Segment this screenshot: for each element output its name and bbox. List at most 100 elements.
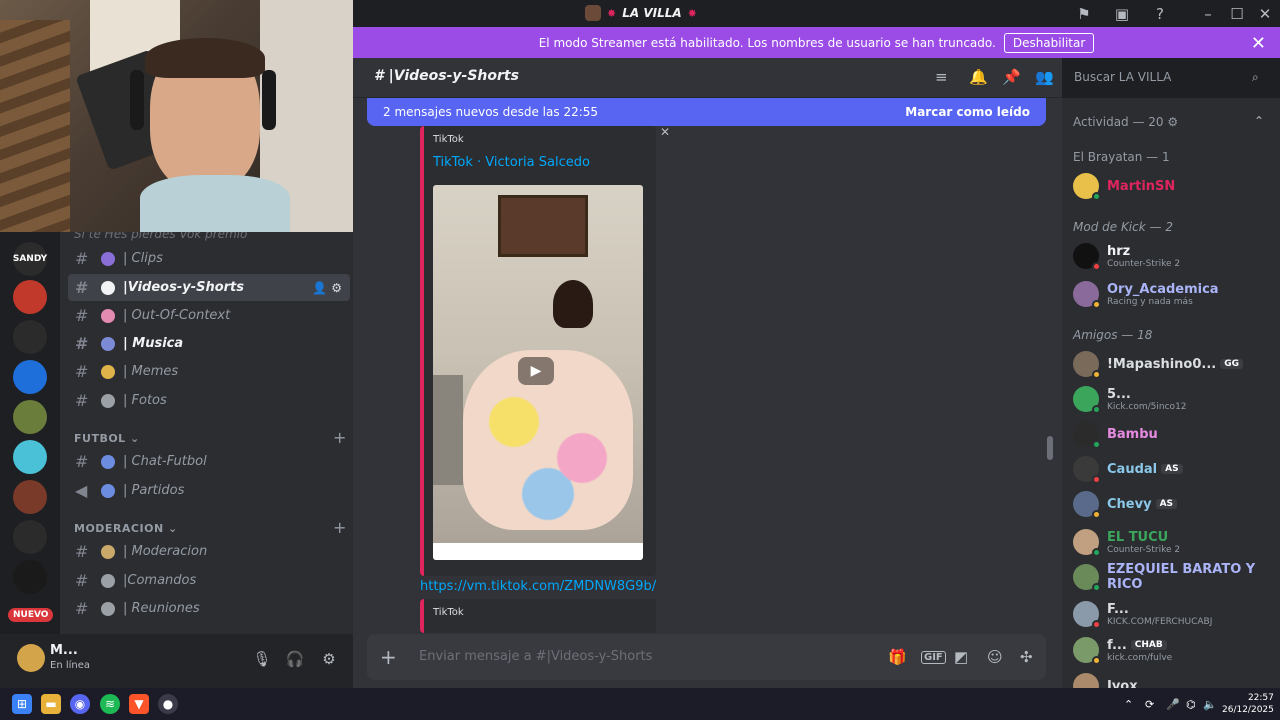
- tiktok-link[interactable]: https://vm.tiktok.com/ZMDNW8G9b/: [420, 579, 656, 594]
- server-icon[interactable]: [13, 520, 47, 554]
- chevron-up-icon[interactable]: ⌃: [1254, 114, 1264, 128]
- server-icon[interactable]: [13, 400, 47, 434]
- spotify-icon[interactable]: ≋: [100, 694, 120, 714]
- windows-start-icon[interactable]: ⊞: [12, 694, 32, 714]
- flag-icon[interactable]: ⚑: [1074, 4, 1094, 24]
- server-icon[interactable]: [13, 360, 47, 394]
- channel-title: # |Videos-y-Shorts: [374, 68, 519, 84]
- message-input[interactable]: Enviar mensaje a #|Videos-y-Shorts: [419, 649, 652, 664]
- channel-name: | Reuniones: [123, 601, 200, 616]
- channel-item[interactable]: # | Clips: [68, 245, 350, 272]
- gift-icon[interactable]: 🎁: [888, 648, 907, 666]
- add-channel-icon[interactable]: +: [333, 428, 346, 447]
- tray-mic-icon[interactable]: 🎤: [1166, 698, 1180, 711]
- member-item[interactable]: EZEQUIEL BARATO Y RICO: [1073, 561, 1273, 593]
- mark-read-button[interactable]: Marcar como leído: [905, 105, 1030, 119]
- bell-icon[interactable]: 🔔: [969, 68, 988, 86]
- network-icon[interactable]: ⌬: [1186, 698, 1196, 711]
- hash-icon: #: [75, 249, 89, 268]
- channel-item[interactable]: # | Chat-Futbol: [68, 448, 350, 475]
- member-item[interactable]: Bambu: [1073, 418, 1273, 450]
- apps-icon[interactable]: ✣: [1020, 648, 1033, 666]
- brave-icon[interactable]: ▼: [129, 694, 149, 714]
- member-activity: Counter-Strike 2: [1107, 544, 1181, 555]
- file-explorer-icon[interactable]: ▬: [41, 694, 61, 714]
- member-item[interactable]: Chevy AS: [1073, 488, 1273, 520]
- headphones-icon[interactable]: 🎧: [284, 648, 306, 670]
- channel-item[interactable]: # | Reuniones: [68, 595, 350, 622]
- tray-chevron-icon[interactable]: ⌃: [1124, 698, 1133, 711]
- member-tag-badge: CHAB: [1130, 640, 1167, 650]
- channel-item[interactable]: # |Videos-y-Shorts 👤 ⚙: [68, 274, 350, 301]
- obs-icon[interactable]: ●: [158, 694, 178, 714]
- server-mini-icon: [585, 5, 601, 21]
- new-messages-bar[interactable]: 2 mensajes nuevos desde las 22:55 Marcar…: [367, 98, 1046, 126]
- member-item[interactable]: EL TUCU Counter-Strike 2: [1073, 526, 1273, 558]
- search-input[interactable]: Buscar LA VILLA: [1066, 66, 1274, 90]
- help-icon[interactable]: ?: [1150, 4, 1170, 24]
- channel-category[interactable]: FUTBOL ⌄: [74, 432, 140, 445]
- username[interactable]: M...: [50, 643, 78, 658]
- member-item[interactable]: Ory_Academica Racing y nada más: [1073, 278, 1273, 310]
- member-item[interactable]: Caudal AS: [1073, 453, 1273, 485]
- member-activity: kick.com/fulve: [1107, 652, 1173, 663]
- server-icon[interactable]: [13, 440, 47, 474]
- maximize-icon[interactable]: ☐: [1227, 4, 1247, 24]
- pin-icon[interactable]: 📌: [1002, 68, 1021, 86]
- settings-gear-icon[interactable]: ⚙: [318, 648, 340, 670]
- server-icon[interactable]: [13, 320, 47, 354]
- tray-sync-icon[interactable]: ⟳: [1145, 698, 1154, 711]
- server-icon[interactable]: [13, 480, 47, 514]
- server-icon[interactable]: SANDY: [13, 242, 47, 276]
- channel-item[interactable]: ◀ | Partidos: [68, 477, 350, 504]
- minimize-icon[interactable]: –: [1198, 4, 1218, 24]
- avatar[interactable]: [17, 644, 45, 672]
- streamer-banner-text: El modo Streamer está habilitado. Los no…: [538, 35, 996, 50]
- server-icon[interactable]: [13, 280, 47, 314]
- channel-item[interactable]: # | Moderacion: [68, 538, 350, 565]
- play-icon[interactable]: ▶: [518, 357, 554, 385]
- gif-icon[interactable]: GIF: [921, 651, 946, 664]
- close-banner-icon[interactable]: ✕: [1251, 33, 1266, 54]
- clock[interactable]: 22:57 26/12/2025: [1222, 692, 1274, 716]
- channel-item[interactable]: # | Fotos: [68, 387, 350, 414]
- add-channel-icon[interactable]: +: [333, 518, 346, 537]
- search-icon[interactable]: ⌕: [1252, 70, 1259, 85]
- channel-item[interactable]: # | Memes: [68, 358, 350, 385]
- server-icon[interactable]: [13, 560, 47, 594]
- volume-icon[interactable]: 🔈: [1203, 698, 1217, 711]
- channel-emoji-icon: [101, 454, 115, 469]
- video-thumbnail[interactable]: ▶: [433, 185, 643, 560]
- member-item[interactable]: MartinSN: [1073, 170, 1273, 202]
- close-embed-icon[interactable]: ✕: [660, 125, 670, 139]
- member-item[interactable]: 5... Kick.com/5inco12: [1073, 383, 1273, 415]
- add-attachment-icon[interactable]: +: [380, 645, 397, 669]
- channel-emoji-icon: [101, 336, 115, 351]
- embed-title-link[interactable]: TikTok · Victoria Salcedo: [433, 155, 590, 170]
- video-bottom-bar: [433, 543, 643, 560]
- channel-category[interactable]: MODERACION ⌄: [74, 522, 178, 535]
- members-icon[interactable]: 👥: [1035, 68, 1054, 86]
- disable-streamer-button[interactable]: Deshabilitar: [1003, 32, 1095, 53]
- new-badge: NUEVO: [8, 608, 54, 622]
- channel-settings-icon[interactable]: 👤 ⚙: [312, 281, 342, 295]
- member-name: !Mapashino0... GG: [1107, 357, 1243, 372]
- activity-header[interactable]: Actividad — 20 ⚙: [1073, 115, 1178, 129]
- chat-scrollbar[interactable]: [1047, 436, 1053, 460]
- inbox-icon[interactable]: ▣: [1112, 4, 1132, 24]
- threads-icon[interactable]: ≡: [935, 68, 948, 86]
- member-item[interactable]: !Mapashino0... GG: [1073, 348, 1273, 380]
- partial-channel[interactable]: Si te Hes pierdes Vok premio: [74, 232, 344, 242]
- member-item[interactable]: hrz Counter-Strike 2: [1073, 240, 1273, 272]
- channel-item[interactable]: # | Musica: [68, 330, 350, 357]
- member-name-text: Caudal: [1107, 461, 1158, 477]
- close-window-icon[interactable]: ✕: [1255, 4, 1275, 24]
- sticker-icon[interactable]: ◩: [954, 648, 968, 666]
- emoji-icon[interactable]: ☺: [987, 648, 1003, 666]
- microphone-icon[interactable]: 🎙: [251, 648, 273, 670]
- channel-item[interactable]: # |Comandos: [68, 567, 350, 594]
- member-item[interactable]: f... CHAB kick.com/fulve: [1073, 634, 1273, 666]
- member-item[interactable]: F... KICK.COM/FERCHUCABJ: [1073, 598, 1273, 630]
- discord-icon[interactable]: ◉: [70, 694, 90, 714]
- channel-item[interactable]: # | Out-Of-Context: [68, 302, 350, 329]
